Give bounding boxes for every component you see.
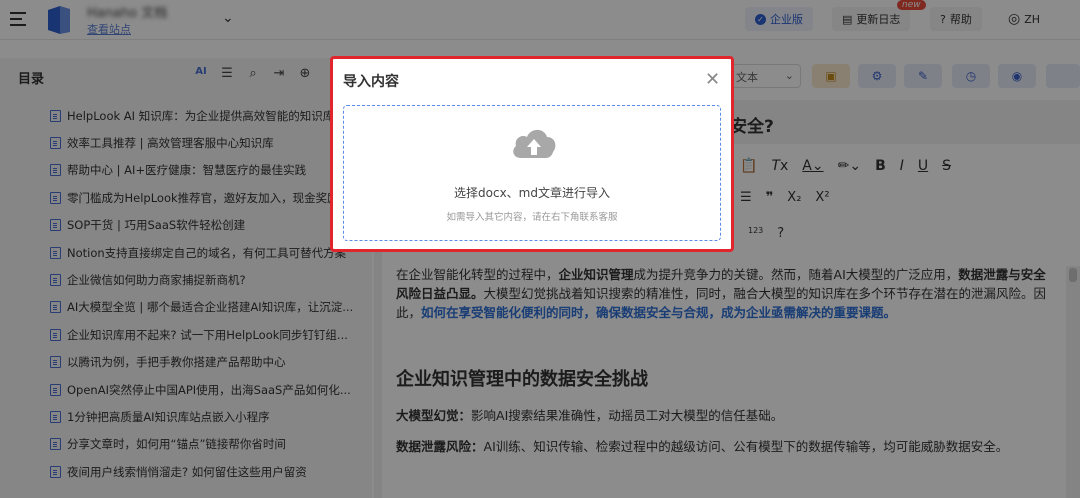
import-modal: 导入内容 ✕ 选择docx、md文章进行导入 如需导入其它内容，请在右下角联系客… (330, 56, 734, 252)
upload-dropzone[interactable]: 选择docx、md文章进行导入 如需导入其它内容，请在右下角联系客服 (343, 105, 721, 241)
cloud-upload-icon (513, 129, 556, 158)
close-icon[interactable]: ✕ (705, 69, 720, 90)
dropzone-hint: 如需导入其它内容，请在右下角联系客服 (446, 212, 618, 223)
dropzone-text: 选择docx、md文章进行导入 (454, 186, 610, 200)
modal-title: 导入内容 (343, 74, 399, 90)
